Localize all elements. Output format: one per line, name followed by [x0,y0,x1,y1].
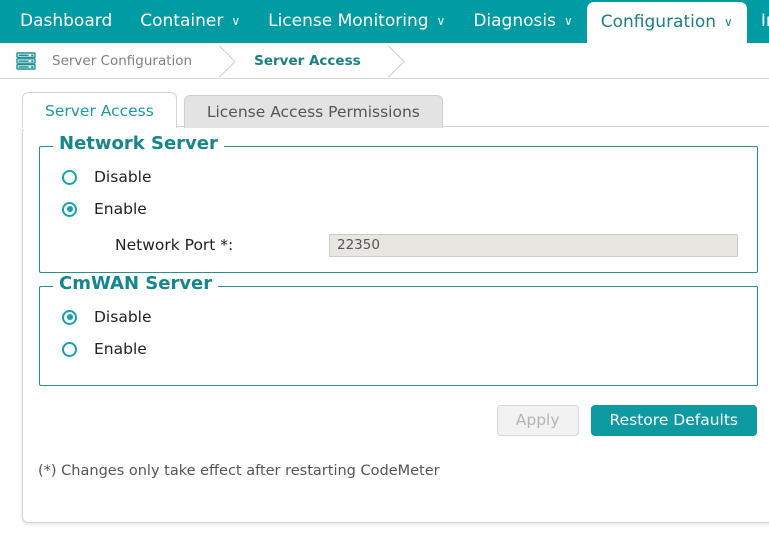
breadcrumb-item-server-configuration[interactable]: Server Configuration [48,43,214,79]
nav-item-dashboard[interactable]: Dashboard [6,0,126,43]
radio-checked-icon[interactable] [62,310,77,325]
main-navigation-bar: Dashboard Container ∨ License Monitoring… [0,0,769,43]
cmwan-server-fieldset: CmWAN Server Disable Enable [39,286,758,386]
form-action-buttons: Apply Restore Defaults [497,405,757,436]
network-server-legend: Network Server [53,135,224,153]
chevron-down-icon: ∨ [564,15,573,27]
nav-item-info[interactable]: Info [747,0,769,43]
nav-item-label: Diagnosis [473,13,556,30]
breadcrumb-separator-icon [214,43,238,79]
breadcrumb-separator-icon [383,43,407,79]
footnote-text: (*) Changes only take effect after resta… [38,463,440,479]
nav-item-label: Configuration [601,14,716,31]
nav-item-label: Info [761,13,769,30]
radio-unchecked-icon[interactable] [62,170,77,185]
server-rack-icon [16,51,36,71]
tab-label: Server Access [45,102,154,120]
cmwan-server-legend: CmWAN Server [53,275,218,293]
nav-item-label: Container [140,13,223,30]
tab-bar: Server Access License Access Permissions [22,92,443,128]
breadcrumb-item-server-access[interactable]: Server Access [238,43,383,79]
network-port-row: Network Port *: [62,233,738,257]
nav-item-diagnosis[interactable]: Diagnosis ∨ [459,0,586,43]
network-server-enable-label: Enable [94,200,147,218]
restore-defaults-button[interactable]: Restore Defaults [591,405,757,436]
radio-unchecked-icon[interactable] [62,342,77,357]
network-port-input[interactable] [329,234,738,257]
network-port-label: Network Port *: [62,236,329,254]
network-server-enable-option[interactable]: Enable [62,198,147,220]
apply-button[interactable]: Apply [497,405,579,436]
nav-item-label: Dashboard [20,13,112,30]
nav-item-configuration[interactable]: Configuration ∨ [587,2,747,43]
main-content-area: Server Access License Access Permissions… [0,80,769,541]
breadcrumb-item-label: Server Configuration [52,53,192,69]
tab-label: License Access Permissions [207,103,420,121]
cmwan-server-disable-label: Disable [94,308,152,326]
cmwan-server-enable-option[interactable]: Enable [62,338,147,360]
cmwan-server-disable-option[interactable]: Disable [62,306,152,328]
nav-item-label: License Monitoring [268,13,428,30]
server-access-panel: Network Server Disable Enable Network Po… [22,126,769,523]
cmwan-server-enable-label: Enable [94,340,147,358]
nav-item-license-monitoring[interactable]: License Monitoring ∨ [254,0,459,43]
network-server-fieldset: Network Server Disable Enable Network Po… [39,146,758,273]
chevron-down-icon: ∨ [231,15,240,27]
network-server-disable-label: Disable [94,168,152,186]
breadcrumb: Server Configuration Server Access [0,43,769,79]
network-server-disable-option[interactable]: Disable [62,166,152,188]
chevron-down-icon: ∨ [437,15,446,27]
tab-license-access-permissions[interactable]: License Access Permissions [184,95,443,128]
radio-checked-icon[interactable] [62,202,77,217]
nav-item-container[interactable]: Container ∨ [126,0,254,43]
chevron-down-icon: ∨ [724,16,733,28]
breadcrumb-item-label: Server Access [254,53,361,69]
tab-server-access[interactable]: Server Access [22,92,177,128]
